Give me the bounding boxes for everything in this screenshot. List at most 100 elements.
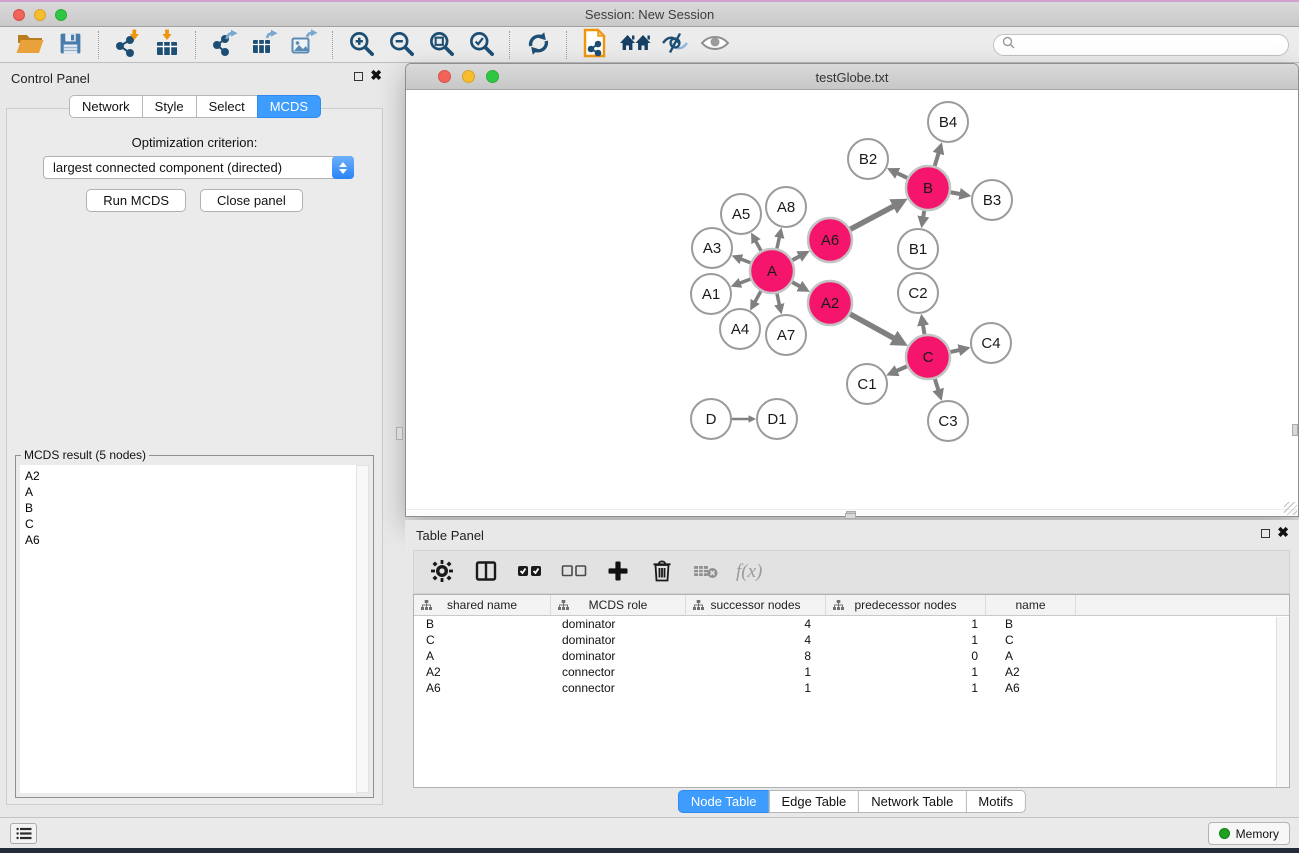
graph-node-B3[interactable]: B3 [972,180,1012,220]
column-view-button[interactable] [472,556,500,588]
resize-grip-icon[interactable] [1284,502,1297,515]
graph-node-C4[interactable]: C4 [971,323,1011,363]
zoom-selected-button[interactable] [461,29,501,61]
graph-node-D[interactable]: D [691,399,731,439]
homes-button[interactable] [615,29,655,61]
graph-node-C3[interactable]: C3 [928,401,968,441]
table-cell[interactable]: 8 [686,648,826,664]
tab-mcds[interactable]: MCDS [257,95,321,118]
table-cell[interactable]: A6 [414,680,551,696]
tab-edge-table[interactable]: Edge Table [768,790,858,813]
table-cell[interactable]: 1 [826,616,986,632]
open-button[interactable] [10,29,50,61]
table-cell[interactable]: A [986,648,1076,664]
network-window-titlebar[interactable]: testGlobe.txt [406,64,1298,90]
mcds-result-item[interactable]: A6 [25,532,351,548]
edge-A-A7[interactable] [776,292,779,307]
table-cell[interactable]: B [414,616,551,632]
column-header-filler[interactable] [1076,595,1289,616]
settings-gear-button[interactable] [428,556,456,588]
mcds-result-item[interactable]: A2 [25,468,351,484]
table-cell[interactable] [1076,680,1289,696]
mcds-result-scrollbar[interactable] [356,465,369,793]
graph-node-A3[interactable]: A3 [692,228,732,268]
edge-C-C3[interactable] [934,377,939,392]
table-cell[interactable]: dominator [551,648,686,664]
run-mcds-button[interactable]: Run MCDS [86,189,186,212]
table-cell[interactable]: 1 [686,680,826,696]
mcds-result-item[interactable]: A [25,484,351,500]
graph-node-B[interactable]: B [906,166,950,210]
graph-node-A5[interactable]: A5 [721,194,761,234]
table-cell[interactable] [1076,664,1289,680]
table-cell[interactable]: C [414,632,551,648]
table-row[interactable]: A6connector11A6 [414,680,1289,696]
graph-node-B4[interactable]: B4 [928,102,968,142]
tab-motifs[interactable]: Motifs [965,790,1026,813]
zoom-fit-button[interactable] [421,29,461,61]
edge-A-A8[interactable] [776,236,779,251]
table-row[interactable]: Bdominator41B [414,616,1289,632]
delete-table-button[interactable] [692,556,720,588]
table-cell[interactable]: A2 [414,664,551,680]
eye-button[interactable] [695,29,735,61]
node-table[interactable]: shared nameMCDS rolesuccessor nodesprede… [413,594,1290,788]
table-cell[interactable]: 1 [826,664,986,680]
tab-network-table[interactable]: Network Table [858,790,965,813]
delete-button[interactable] [648,556,676,588]
column-header-successor-nodes[interactable]: successor nodes [686,595,826,616]
splitter-handle-left[interactable] [396,427,403,440]
table-row[interactable]: A2connector11A2 [414,664,1289,680]
column-header-shared-name[interactable]: shared name [414,595,551,616]
zoom-in-button[interactable] [341,29,381,61]
splitter-handle-bottom[interactable] [845,513,856,519]
import-network-button[interactable] [107,29,147,61]
edge-B-B4[interactable] [934,151,939,168]
table-cell[interactable]: dominator [551,616,686,632]
graph-node-B1[interactable]: B1 [898,229,938,269]
mcds-result-item[interactable]: B [25,500,351,516]
edge-B-B2[interactable] [896,172,910,179]
function-builder-button[interactable]: f(x) [736,561,762,583]
column-header-predecessor-nodes[interactable]: predecessor nodes [826,595,986,616]
table-cell[interactable] [1076,632,1289,648]
graph-node-A7[interactable]: A7 [766,315,806,355]
table-vscrollbar[interactable] [1276,617,1289,787]
tab-style[interactable]: Style [142,95,196,118]
table-cell[interactable]: C [986,632,1076,648]
close-panel-icon[interactable]: ✖ [370,67,382,84]
search-input[interactable] [1020,38,1280,52]
graph-node-C1[interactable]: C1 [847,364,887,404]
table-cell[interactable]: A [414,648,551,664]
graph-node-C[interactable]: C [906,335,950,379]
table-cell[interactable]: connector [551,680,686,696]
network-canvas[interactable]: B4B2BB3A8A5A6A3B1AA1C2A2A4A7C4CC1C3DD1 [406,90,1298,509]
import-table-button[interactable] [147,29,187,61]
column-header-name[interactable]: name [986,595,1076,616]
network-graph[interactable]: B4B2BB3A8A5A6A3B1AA1C2A2A4A7C4CC1C3DD1 [406,90,1298,509]
graph-node-B2[interactable]: B2 [848,139,888,179]
export-network-button[interactable] [204,29,244,61]
tab-network[interactable]: Network [69,95,142,118]
table-cell[interactable]: B [986,616,1076,632]
edge-A-A4[interactable] [754,289,762,303]
export-table-button[interactable] [244,29,284,61]
refresh-button[interactable] [518,29,558,61]
table-close-panel-icon[interactable]: ✖ [1277,524,1289,541]
splitter-handle-right[interactable] [1292,424,1298,436]
graph-node-C2[interactable]: C2 [898,273,938,313]
graph-node-A2[interactable]: A2 [808,281,852,325]
table-cell[interactable]: connector [551,664,686,680]
graph-node-A[interactable]: A [750,249,794,293]
graph-node-A4[interactable]: A4 [720,309,760,349]
task-history-button[interactable] [10,823,37,844]
column-header-MCDS-role[interactable]: MCDS role [551,595,686,616]
edge-A2-C[interactable] [848,313,896,339]
tab-select[interactable]: Select [196,95,257,118]
add-column-button[interactable] [604,556,632,588]
memory-button[interactable]: Memory [1208,822,1290,845]
table-cell[interactable]: 4 [686,632,826,648]
table-cell[interactable] [1076,648,1289,664]
table-cell[interactable]: 1 [826,632,986,648]
deselect-all-button[interactable] [560,556,588,588]
